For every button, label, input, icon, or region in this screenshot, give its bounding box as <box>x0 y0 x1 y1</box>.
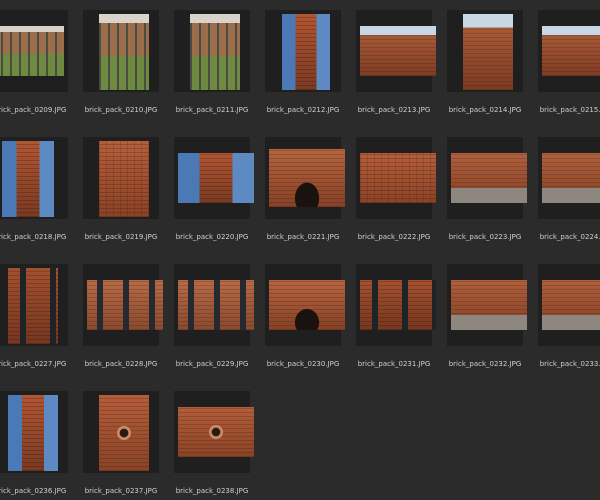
thumbnail-cell[interactable]: brick_pack_0230.JPG <box>265 264 345 372</box>
photo-thumbnail[interactable] <box>99 395 149 471</box>
file-name: brick_pack_0229.JPG <box>175 360 249 368</box>
file-name: brick_pack_0221.JPG <box>266 233 340 241</box>
thumbnail-cell[interactable]: brick_pack_0227.JPG <box>0 264 68 372</box>
thumbnail-cell[interactable]: brick_pack_0238.JPG <box>174 391 254 499</box>
thumbnail-card[interactable] <box>538 137 600 219</box>
file-name: brick_pack_0232.JPG <box>448 360 522 368</box>
thumbnail-cell[interactable]: brick_pack_0222.JPG <box>356 137 436 245</box>
thumbnail-card[interactable] <box>447 264 527 346</box>
photo-thumbnail[interactable] <box>8 268 58 344</box>
thumbnail-card[interactable] <box>83 137 159 219</box>
file-name: brick_pack_0223.JPG <box>448 233 522 241</box>
thumbnail-cell[interactable]: brick_pack_0211.JPG <box>174 10 250 118</box>
thumbnail-card[interactable] <box>0 10 68 92</box>
thumbnail-cell[interactable]: brick_pack_0236.JPG <box>0 391 68 499</box>
thumbnail-card[interactable] <box>447 137 527 219</box>
photo-thumbnail[interactable] <box>8 395 58 471</box>
thumbnail-card[interactable] <box>83 391 159 473</box>
photo-thumbnail[interactable] <box>542 26 600 76</box>
photo-thumbnail[interactable] <box>269 149 345 207</box>
file-name: brick_pack_0236.JPG <box>0 487 67 495</box>
photo-thumbnail[interactable] <box>2 141 54 217</box>
thumbnail-cell[interactable]: brick_pack_0218.JPG <box>0 137 68 245</box>
file-name: brick_pack_0224.JPG <box>539 233 600 241</box>
thumbnail-card[interactable] <box>0 137 68 219</box>
file-name: brick_pack_0211.JPG <box>175 106 249 114</box>
thumbnail-card[interactable] <box>174 137 254 219</box>
file-name: brick_pack_0227.JPG <box>0 360 67 368</box>
file-name: brick_pack_0222.JPG <box>357 233 431 241</box>
file-name: brick_pack_0218.JPG <box>0 233 67 241</box>
photo-thumbnail[interactable] <box>178 153 254 203</box>
photo-thumbnail[interactable] <box>360 153 436 203</box>
thumbnail-cell[interactable]: brick_pack_0228.JPG <box>83 264 163 372</box>
photo-thumbnail[interactable] <box>360 280 436 330</box>
file-name: brick_pack_0213.JPG <box>357 106 431 114</box>
thumbnail-card[interactable] <box>83 10 159 92</box>
thumbnail-card[interactable] <box>0 264 68 346</box>
thumbnail-cell[interactable]: brick_pack_0223.JPG <box>447 137 527 245</box>
photo-thumbnail[interactable] <box>451 153 527 203</box>
thumbnail-cell[interactable]: brick_pack_0233.JPG <box>538 264 600 372</box>
file-name: brick_pack_0237.JPG <box>84 487 158 495</box>
photo-thumbnail[interactable] <box>463 14 513 90</box>
thumbnail-cell[interactable]: brick_pack_0220.JPG <box>174 137 254 245</box>
thumbnail-grid: brick_pack_0209.JPG brick_pack_0210.JPG … <box>0 0 600 500</box>
file-name: brick_pack_0231.JPG <box>357 360 431 368</box>
thumbnail-card[interactable] <box>0 391 68 473</box>
thumbnail-card[interactable] <box>538 10 600 92</box>
file-name: brick_pack_0209.JPG <box>0 106 67 114</box>
thumbnail-card[interactable] <box>174 391 254 473</box>
photo-thumbnail[interactable] <box>178 280 254 330</box>
file-name: brick_pack_0233.JPG <box>539 360 600 368</box>
thumbnail-cell[interactable]: brick_pack_0209.JPG <box>0 10 68 118</box>
thumbnail-cell[interactable]: brick_pack_0232.JPG <box>447 264 527 372</box>
photo-thumbnail[interactable] <box>542 280 600 330</box>
thumbnail-card[interactable] <box>356 10 436 92</box>
file-name: brick_pack_0219.JPG <box>84 233 158 241</box>
photo-thumbnail[interactable] <box>87 280 163 330</box>
photo-thumbnail[interactable] <box>451 280 527 330</box>
thumbnail-cell[interactable]: brick_pack_0215.JPG <box>538 10 600 118</box>
file-name: brick_pack_0228.JPG <box>84 360 158 368</box>
thumbnail-card[interactable] <box>83 264 163 346</box>
thumbnail-cell[interactable]: brick_pack_0210.JPG <box>83 10 159 118</box>
thumbnail-card[interactable] <box>538 264 600 346</box>
photo-thumbnail[interactable] <box>542 153 600 203</box>
thumbnail-card[interactable] <box>174 264 254 346</box>
thumbnail-cell[interactable]: brick_pack_0214.JPG <box>447 10 523 118</box>
photo-thumbnail[interactable] <box>0 26 64 76</box>
thumbnail-card[interactable] <box>265 264 345 346</box>
thumbnail-card[interactable] <box>265 10 341 92</box>
thumbnail-cell[interactable]: brick_pack_0219.JPG <box>83 137 159 245</box>
photo-thumbnail[interactable] <box>282 14 330 90</box>
photo-thumbnail[interactable] <box>190 14 240 90</box>
thumbnail-card[interactable] <box>356 137 436 219</box>
photo-thumbnail[interactable] <box>99 14 149 90</box>
file-name: brick_pack_0210.JPG <box>84 106 158 114</box>
file-name: brick_pack_0215.JPG <box>539 106 600 114</box>
file-name: brick_pack_0212.JPG <box>266 106 340 114</box>
thumbnail-cell[interactable]: brick_pack_0237.JPG <box>83 391 159 499</box>
thumbnail-card[interactable] <box>356 264 436 346</box>
thumbnail-card[interactable] <box>447 10 523 92</box>
thumbnail-cell[interactable]: brick_pack_0212.JPG <box>265 10 341 118</box>
photo-thumbnail[interactable] <box>99 141 149 217</box>
thumbnail-cell[interactable]: brick_pack_0213.JPG <box>356 10 436 118</box>
thumbnail-card[interactable] <box>174 10 250 92</box>
photo-thumbnail[interactable] <box>178 407 254 457</box>
photo-thumbnail[interactable] <box>360 26 436 76</box>
file-name: brick_pack_0214.JPG <box>448 106 522 114</box>
file-name: brick_pack_0238.JPG <box>175 487 249 495</box>
thumbnail-cell[interactable]: brick_pack_0231.JPG <box>356 264 436 372</box>
file-name: brick_pack_0230.JPG <box>266 360 340 368</box>
thumbnail-card[interactable] <box>265 137 345 219</box>
thumbnail-cell[interactable]: brick_pack_0224.JPG <box>538 137 600 245</box>
photo-thumbnail[interactable] <box>269 280 345 330</box>
thumbnail-cell[interactable]: brick_pack_0221.JPG <box>265 137 345 245</box>
thumbnail-cell[interactable]: brick_pack_0229.JPG <box>174 264 254 372</box>
file-name: brick_pack_0220.JPG <box>175 233 249 241</box>
